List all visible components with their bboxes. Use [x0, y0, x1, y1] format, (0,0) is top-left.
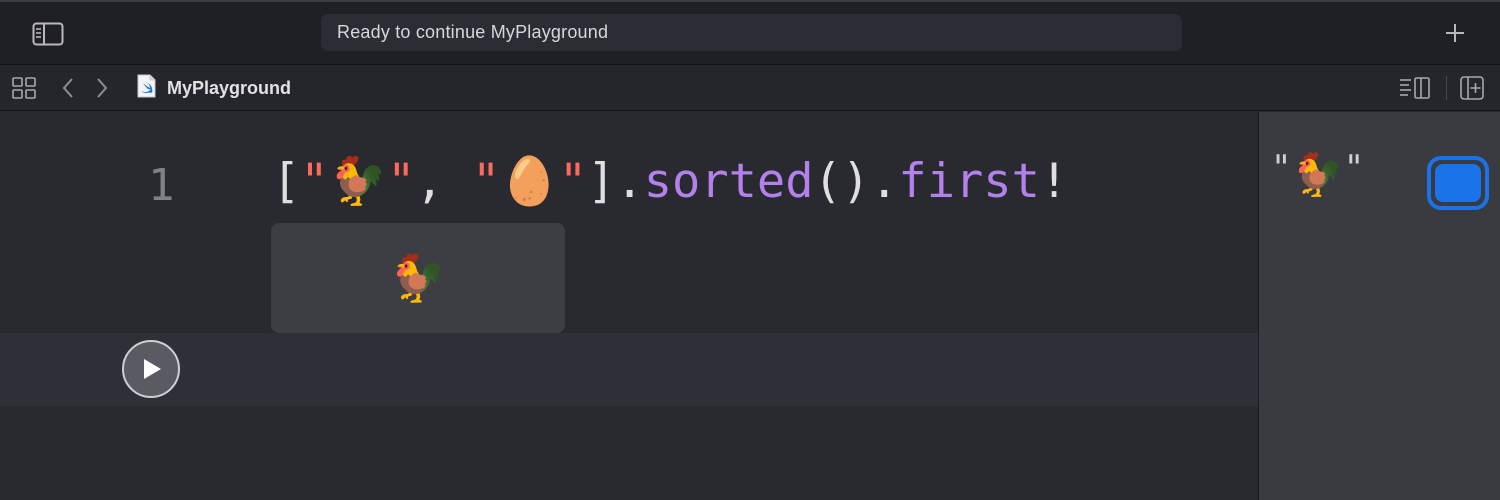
inline-result-card[interactable]: 🐓: [271, 223, 565, 333]
divider: [1446, 76, 1447, 100]
file-name-label: MyPlayground: [167, 77, 292, 98]
code-bracket-close: ]: [587, 154, 616, 209]
result-quote: ": [1271, 148, 1292, 188]
line-number: 1: [148, 160, 175, 211]
sidebar-toggle-icon[interactable]: [32, 22, 64, 46]
code-dot: .: [615, 154, 644, 209]
result-quote: ": [1343, 148, 1365, 188]
result-value[interactable]: "🐓": [1271, 148, 1364, 200]
quick-look-fill: [1435, 164, 1481, 202]
string-quote: ": [387, 154, 416, 209]
code-parens: (): [813, 154, 871, 209]
rooster-emoji: 🐓: [1291, 151, 1344, 198]
string-quote: ": [472, 154, 501, 209]
method-sorted: sorted: [643, 154, 814, 209]
quick-look-icon[interactable]: [1427, 156, 1489, 210]
plus-icon[interactable]: [1440, 18, 1470, 48]
breadcrumb[interactable]: MyPlayground: [137, 74, 292, 103]
code-comma: ,: [415, 154, 473, 209]
play-icon: [144, 359, 161, 379]
property-first: first: [898, 154, 1040, 209]
status-text: Ready to continue MyPlayground: [337, 22, 609, 42]
chevron-left-icon[interactable]: [60, 77, 76, 99]
string-quote: ": [558, 154, 588, 209]
chevron-right-icon[interactable]: [94, 77, 110, 99]
rooster-emoji: 🐓: [328, 154, 388, 209]
rooster-emoji: 🐓: [389, 251, 447, 304]
add-editor-icon[interactable]: [1460, 76, 1484, 100]
swift-file-icon: [137, 74, 156, 103]
run-strip: [0, 333, 1258, 406]
code-bracket-open: [: [272, 154, 301, 209]
activity-status: Ready to continue MyPlayground: [321, 14, 1182, 51]
results-sidebar: "🐓": [1258, 112, 1500, 500]
related-items-grid-icon[interactable]: [12, 77, 36, 99]
run-button[interactable]: [122, 340, 180, 398]
string-quote: ": [300, 154, 329, 209]
title-bar: Ready to continue MyPlayground: [0, 0, 1500, 65]
code-dot: .: [870, 154, 899, 209]
editor-options-icon[interactable]: [1399, 77, 1431, 99]
code-force-unwrap: !: [1039, 154, 1069, 209]
source-editor[interactable]: 1 ["🐓", "🥚"].sorted().first! 🐓: [0, 112, 1258, 500]
egg-emoji: 🥚: [500, 154, 559, 209]
code-line[interactable]: ["🐓", "🥚"].sorted().first!: [272, 152, 1068, 212]
jump-bar: MyPlayground: [0, 65, 1500, 111]
